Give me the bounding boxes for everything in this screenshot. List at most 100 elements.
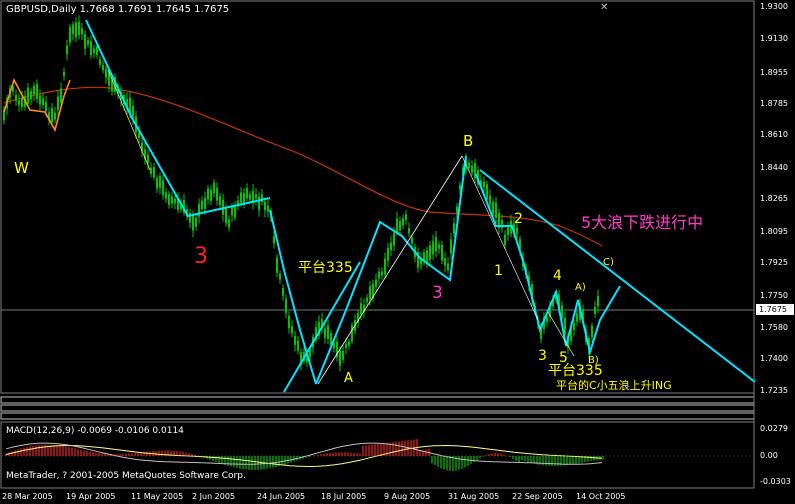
indicator-strip — [0, 404, 755, 412]
candle-body — [69, 26, 71, 43]
copyright-text: MetaTrader, ? 2001-2005 MetaQuotes Softw… — [6, 471, 246, 481]
candle-body — [591, 325, 593, 337]
candle-body — [72, 24, 74, 34]
macd-panel — [1, 439, 754, 471]
candle-body — [444, 258, 446, 266]
annotation-b: B — [463, 132, 474, 150]
candle-body — [51, 107, 53, 122]
candle-body — [435, 236, 437, 252]
candle-body — [597, 296, 599, 307]
date-tick: 31 Aug 2005 — [448, 492, 500, 501]
candle-body — [483, 181, 485, 188]
candle-body — [369, 286, 371, 300]
annotation-platform-left: 平台335 — [298, 260, 353, 276]
candle-body — [153, 167, 155, 178]
candle-body — [219, 196, 221, 206]
date-tick: 24 Jun 2005 — [257, 492, 306, 501]
current-price-tag: 1.7675 — [756, 304, 794, 315]
candle-body — [360, 303, 362, 315]
candle-body — [486, 184, 488, 200]
candle-body — [246, 188, 248, 199]
annotation-2: 2 — [514, 211, 523, 227]
candle-body — [492, 202, 494, 215]
candle-body — [273, 236, 275, 244]
candle-body — [504, 234, 506, 246]
price-tick: 1.7925 — [760, 258, 788, 267]
chart-frame — [0, 0, 755, 489]
price-tick: 1.9130 — [760, 34, 788, 43]
candle-body — [216, 187, 218, 201]
candle-body — [474, 163, 476, 179]
candle-body — [165, 192, 167, 199]
candle-body — [516, 227, 518, 234]
candle-body — [459, 185, 461, 190]
wave-line-decline — [85, 19, 271, 218]
candle-body — [468, 162, 470, 169]
candle-body — [147, 154, 149, 164]
candle-body — [342, 351, 344, 360]
candle-body — [390, 242, 392, 251]
candle-body — [84, 34, 86, 49]
candle-body — [378, 271, 380, 279]
candle-body — [93, 48, 95, 54]
candle-body — [285, 299, 287, 313]
candle-body — [411, 237, 413, 244]
candle-body — [447, 263, 449, 271]
candle-body — [174, 198, 176, 204]
candle-body — [87, 40, 89, 45]
annotation-wave-3-red: 3 — [194, 244, 208, 269]
candle-body — [15, 94, 17, 101]
candle-body — [78, 21, 80, 36]
candle-body — [384, 258, 386, 275]
candle-body — [288, 315, 290, 328]
date-tick: 2 Jun 2005 — [192, 492, 236, 501]
downtrend-line — [479, 169, 756, 383]
macd-tick: -0.0303 — [760, 477, 791, 486]
price-tick: 1.7235 — [760, 386, 788, 395]
candle-body — [90, 41, 92, 56]
candle-body — [162, 180, 164, 196]
candle-body — [201, 200, 203, 209]
candle-body — [21, 97, 23, 108]
candle-body — [396, 218, 398, 233]
candle-body — [210, 189, 212, 201]
candle-body — [39, 95, 41, 105]
price-tick: 1.7400 — [760, 354, 788, 363]
annotation-headline: 5大浪下跌进行中 — [581, 213, 704, 232]
guide-line-yellow — [107, 69, 151, 171]
candle-body — [279, 273, 281, 280]
candle-body — [402, 218, 404, 226]
annotation-w: W — [14, 159, 29, 177]
candle-body — [264, 201, 266, 211]
candle-body — [150, 168, 152, 174]
candle-body — [36, 84, 38, 99]
date-tick: 11 May 2005 — [131, 492, 184, 501]
candle-body — [456, 206, 458, 213]
candle-body — [225, 208, 227, 224]
macd-tick: 0.0279 — [760, 424, 788, 433]
symbol-header: GBPUSD,Daily 1.7668 1.7691 1.7645 1.7675 — [6, 4, 230, 15]
date-tick: 18 Jul 2005 — [321, 492, 367, 501]
candle-body — [294, 335, 296, 345]
candle-body — [192, 215, 194, 231]
candle-body — [96, 46, 98, 55]
candle-body — [27, 87, 29, 104]
candle-body — [333, 343, 335, 349]
moving-average-line — [3, 86, 603, 247]
candle-body — [57, 96, 59, 110]
candle-body — [258, 196, 260, 210]
candle-body — [138, 133, 140, 138]
price-tick: 1.8785 — [760, 99, 788, 108]
wave-trendlines — [3, 19, 756, 393]
candle-body — [102, 64, 104, 71]
candle-body — [345, 343, 347, 348]
close-icon[interactable]: ✕ — [600, 2, 608, 13]
candle-body — [573, 323, 575, 331]
candle-body — [45, 101, 47, 111]
date-tick: 28 Mar 2005 — [2, 492, 53, 501]
candle-body — [387, 248, 389, 261]
price-tick: 1.7580 — [760, 323, 788, 332]
candle-body — [381, 271, 383, 276]
wave-line-drop — [269, 209, 317, 385]
candle-body — [255, 194, 257, 199]
